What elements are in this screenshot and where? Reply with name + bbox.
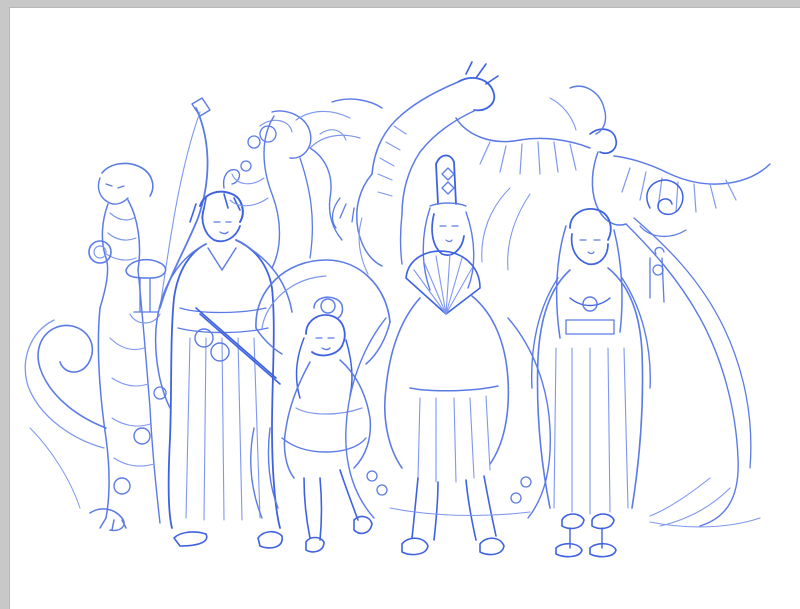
dragon	[295, 61, 499, 275]
line-sketch	[24, 61, 771, 558]
canvas-workspace[interactable]	[0, 0, 800, 609]
spirit-beast	[229, 110, 347, 269]
phoenix	[455, 85, 771, 527]
long-hair-woman-figure	[531, 208, 665, 558]
ground-lines	[29, 427, 761, 528]
drawing-canvas[interactable]	[10, 8, 800, 609]
tiger-beast-figure	[24, 97, 211, 532]
priest-figure	[345, 154, 552, 556]
